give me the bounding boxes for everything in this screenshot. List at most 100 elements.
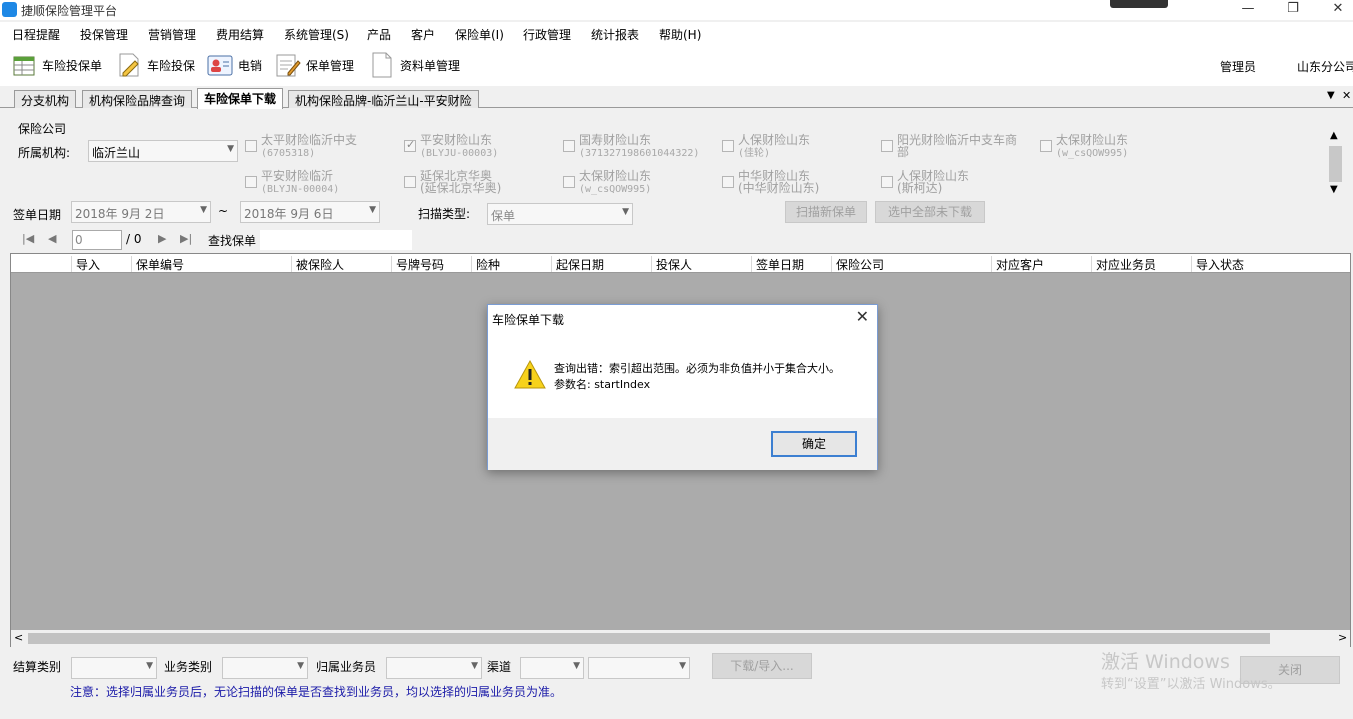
download-import-button[interactable]: 下载/导入...: [712, 653, 812, 679]
channel-sub-select[interactable]: ▼: [588, 657, 690, 679]
scroll-thumb[interactable]: [1329, 146, 1342, 182]
next-record-icon[interactable]: ▶: [158, 232, 166, 245]
grid-header: 导入 保单编号 被保险人 号牌号码 险种 起保日期 投保人 签单日期 保险公司 …: [11, 254, 1350, 273]
car-insurance-button[interactable]: 车险投保: [115, 50, 195, 80]
company-checkbox[interactable]: [722, 140, 734, 152]
tab-list-icon[interactable]: ▼: [1327, 90, 1335, 101]
filter-panel: 保险公司 所属机构: 临沂兰山 ▼ 太平财险临沂中支(6705318) 平安财险…: [10, 115, 1345, 227]
column-header[interactable]: 投保人: [651, 256, 692, 272]
column-header[interactable]: 导入: [71, 256, 100, 272]
tab-close-icon[interactable]: ✕: [1342, 89, 1351, 102]
window-title: 捷顺保险管理平台: [21, 4, 118, 18]
sign-date-label: 签单日期: [13, 208, 62, 222]
scan-new-policy-button[interactable]: 扫描新保单: [785, 201, 867, 223]
record-position-input[interactable]: 0: [72, 230, 122, 250]
company-checkbox[interactable]: [563, 140, 575, 152]
company-name: 太保财险山东 (w_csQOW995): [1056, 133, 1129, 159]
menu-marketing[interactable]: 营销管理: [148, 26, 196, 43]
company-checkbox[interactable]: [404, 138, 416, 152]
scroll-left-icon[interactable]: <: [14, 631, 23, 644]
current-branch: 山东分公司: [1297, 60, 1353, 74]
contact-card-icon: [207, 55, 233, 76]
prev-record-icon[interactable]: ◀: [48, 232, 56, 245]
column-header[interactable]: 号牌号码: [391, 256, 444, 272]
menu-reports[interactable]: 统计报表: [591, 26, 639, 43]
insurer-group-label: 保险公司: [18, 122, 67, 136]
calendar-dropdown-icon: ▼: [200, 205, 207, 215]
menu-customer[interactable]: 客户: [411, 26, 435, 43]
column-header[interactable]: 保险公司: [831, 256, 884, 272]
company-checkbox[interactable]: [881, 176, 893, 188]
tab-brand-linyi[interactable]: 机构保险品牌-临沂兰山-平安财险: [288, 90, 479, 108]
document-management-button[interactable]: 资料单管理: [368, 50, 460, 80]
car-insurance-form-button[interactable]: 车险投保单: [10, 50, 102, 80]
company-name: 太保财险山东 (w_csQOW995): [579, 169, 652, 195]
settle-type-label: 结算类别: [13, 660, 62, 674]
scroll-thumb[interactable]: [28, 633, 1270, 644]
scroll-down-icon[interactable]: ▼: [1330, 184, 1338, 195]
company-checkbox[interactable]: [563, 176, 575, 188]
company-checkbox[interactable]: [722, 176, 734, 188]
tab-brand-query[interactable]: 机构保险品牌查询: [82, 90, 193, 108]
agent-label: 归属业务员: [316, 660, 377, 674]
scroll-up-icon[interactable]: ▲: [1330, 130, 1338, 141]
channel-label: 渠道: [487, 660, 512, 674]
settle-type-select[interactable]: ▼: [71, 657, 157, 679]
grid-horizontal-scrollbar[interactable]: < >: [11, 630, 1350, 647]
tab-policy-download[interactable]: 车险保单下载: [197, 88, 284, 109]
menu-policy[interactable]: 保险单(I): [455, 26, 504, 43]
record-total: / 0: [126, 232, 142, 246]
company-name: 平安财险山东 (BLYJU-00003): [420, 133, 499, 159]
company-list-scrollbar[interactable]: ▲ ▼: [1327, 130, 1344, 198]
company-checkbox[interactable]: [881, 140, 893, 152]
chevron-down-icon: ▼: [471, 661, 478, 671]
menu-insure[interactable]: 投保管理: [80, 26, 128, 43]
scroll-right-icon[interactable]: >: [1338, 631, 1347, 644]
spreadsheet-icon: [13, 56, 35, 76]
title-bar: 捷顺保险管理平台 — ❐ ✕: [0, 0, 1353, 20]
tab-branches[interactable]: 分支机构: [14, 90, 77, 108]
column-header[interactable]: 对应客户: [991, 256, 1044, 272]
agent-select[interactable]: ▼: [386, 657, 482, 679]
company-name: 中华财险山东 (中华财险山东): [738, 169, 820, 195]
column-header[interactable]: 签单日期: [751, 256, 804, 272]
activation-watermark-title: 激活 Windows: [1101, 651, 1230, 673]
column-header[interactable]: 被保险人: [291, 256, 344, 272]
column-header[interactable]: 保单编号: [131, 256, 184, 272]
date-to-picker[interactable]: 2018年 9月 6日 ▼: [240, 201, 380, 223]
channel-select[interactable]: ▼: [520, 657, 584, 679]
telesales-button[interactable]: 电销: [206, 50, 262, 80]
restore-button[interactable]: ❐: [1270, 0, 1316, 20]
close-window-button[interactable]: ✕: [1315, 0, 1353, 20]
company-checkbox[interactable]: [245, 140, 257, 152]
select-all-undownloaded-button[interactable]: 选中全部未下载: [875, 201, 985, 223]
ok-button[interactable]: 确定: [771, 431, 857, 457]
chevron-down-icon: ▼: [146, 661, 153, 671]
minimize-button[interactable]: —: [1225, 0, 1271, 20]
menu-settlement[interactable]: 费用结算: [216, 26, 264, 43]
menu-help[interactable]: 帮助(H): [659, 26, 701, 43]
column-header[interactable]: 对应业务员: [1091, 256, 1156, 272]
dialog-close-icon[interactable]: ✕: [856, 307, 869, 326]
company-checkbox[interactable]: [245, 176, 257, 188]
column-header[interactable]: 起保日期: [551, 256, 604, 272]
menu-product[interactable]: 产品: [367, 26, 391, 43]
company-checkbox[interactable]: [1040, 140, 1052, 152]
last-record-icon[interactable]: ▶|: [180, 232, 192, 245]
menu-schedule[interactable]: 日程提醒: [12, 26, 60, 43]
company-checkbox[interactable]: [404, 176, 416, 188]
org-select[interactable]: 临沂兰山 ▼: [88, 140, 238, 162]
error-dialog: 车险保单下载 ✕ 查询出错：索引超出范围。必须为非负值并小于集合大小。 参数名:…: [487, 304, 878, 470]
column-header[interactable]: 导入状态: [1191, 256, 1244, 272]
biz-type-select[interactable]: ▼: [222, 657, 308, 679]
menu-admin[interactable]: 行政管理: [523, 26, 571, 43]
column-header[interactable]: 险种: [471, 256, 500, 272]
menu-system[interactable]: 系统管理(S): [284, 26, 349, 43]
first-record-icon[interactable]: |◀: [22, 232, 34, 245]
chevron-down-icon: ▼: [622, 207, 629, 217]
date-from-picker[interactable]: 2018年 9月 2日 ▼: [71, 201, 211, 223]
find-policy-input[interactable]: [260, 230, 412, 250]
agent-note: 注意：选择归属业务员后，无论扫描的保单是否查找到业务员，均以选择的归属业务员为准…: [70, 685, 563, 699]
scan-type-select[interactable]: 保单 ▼: [487, 203, 633, 225]
policy-management-button[interactable]: 保单管理: [274, 50, 354, 80]
